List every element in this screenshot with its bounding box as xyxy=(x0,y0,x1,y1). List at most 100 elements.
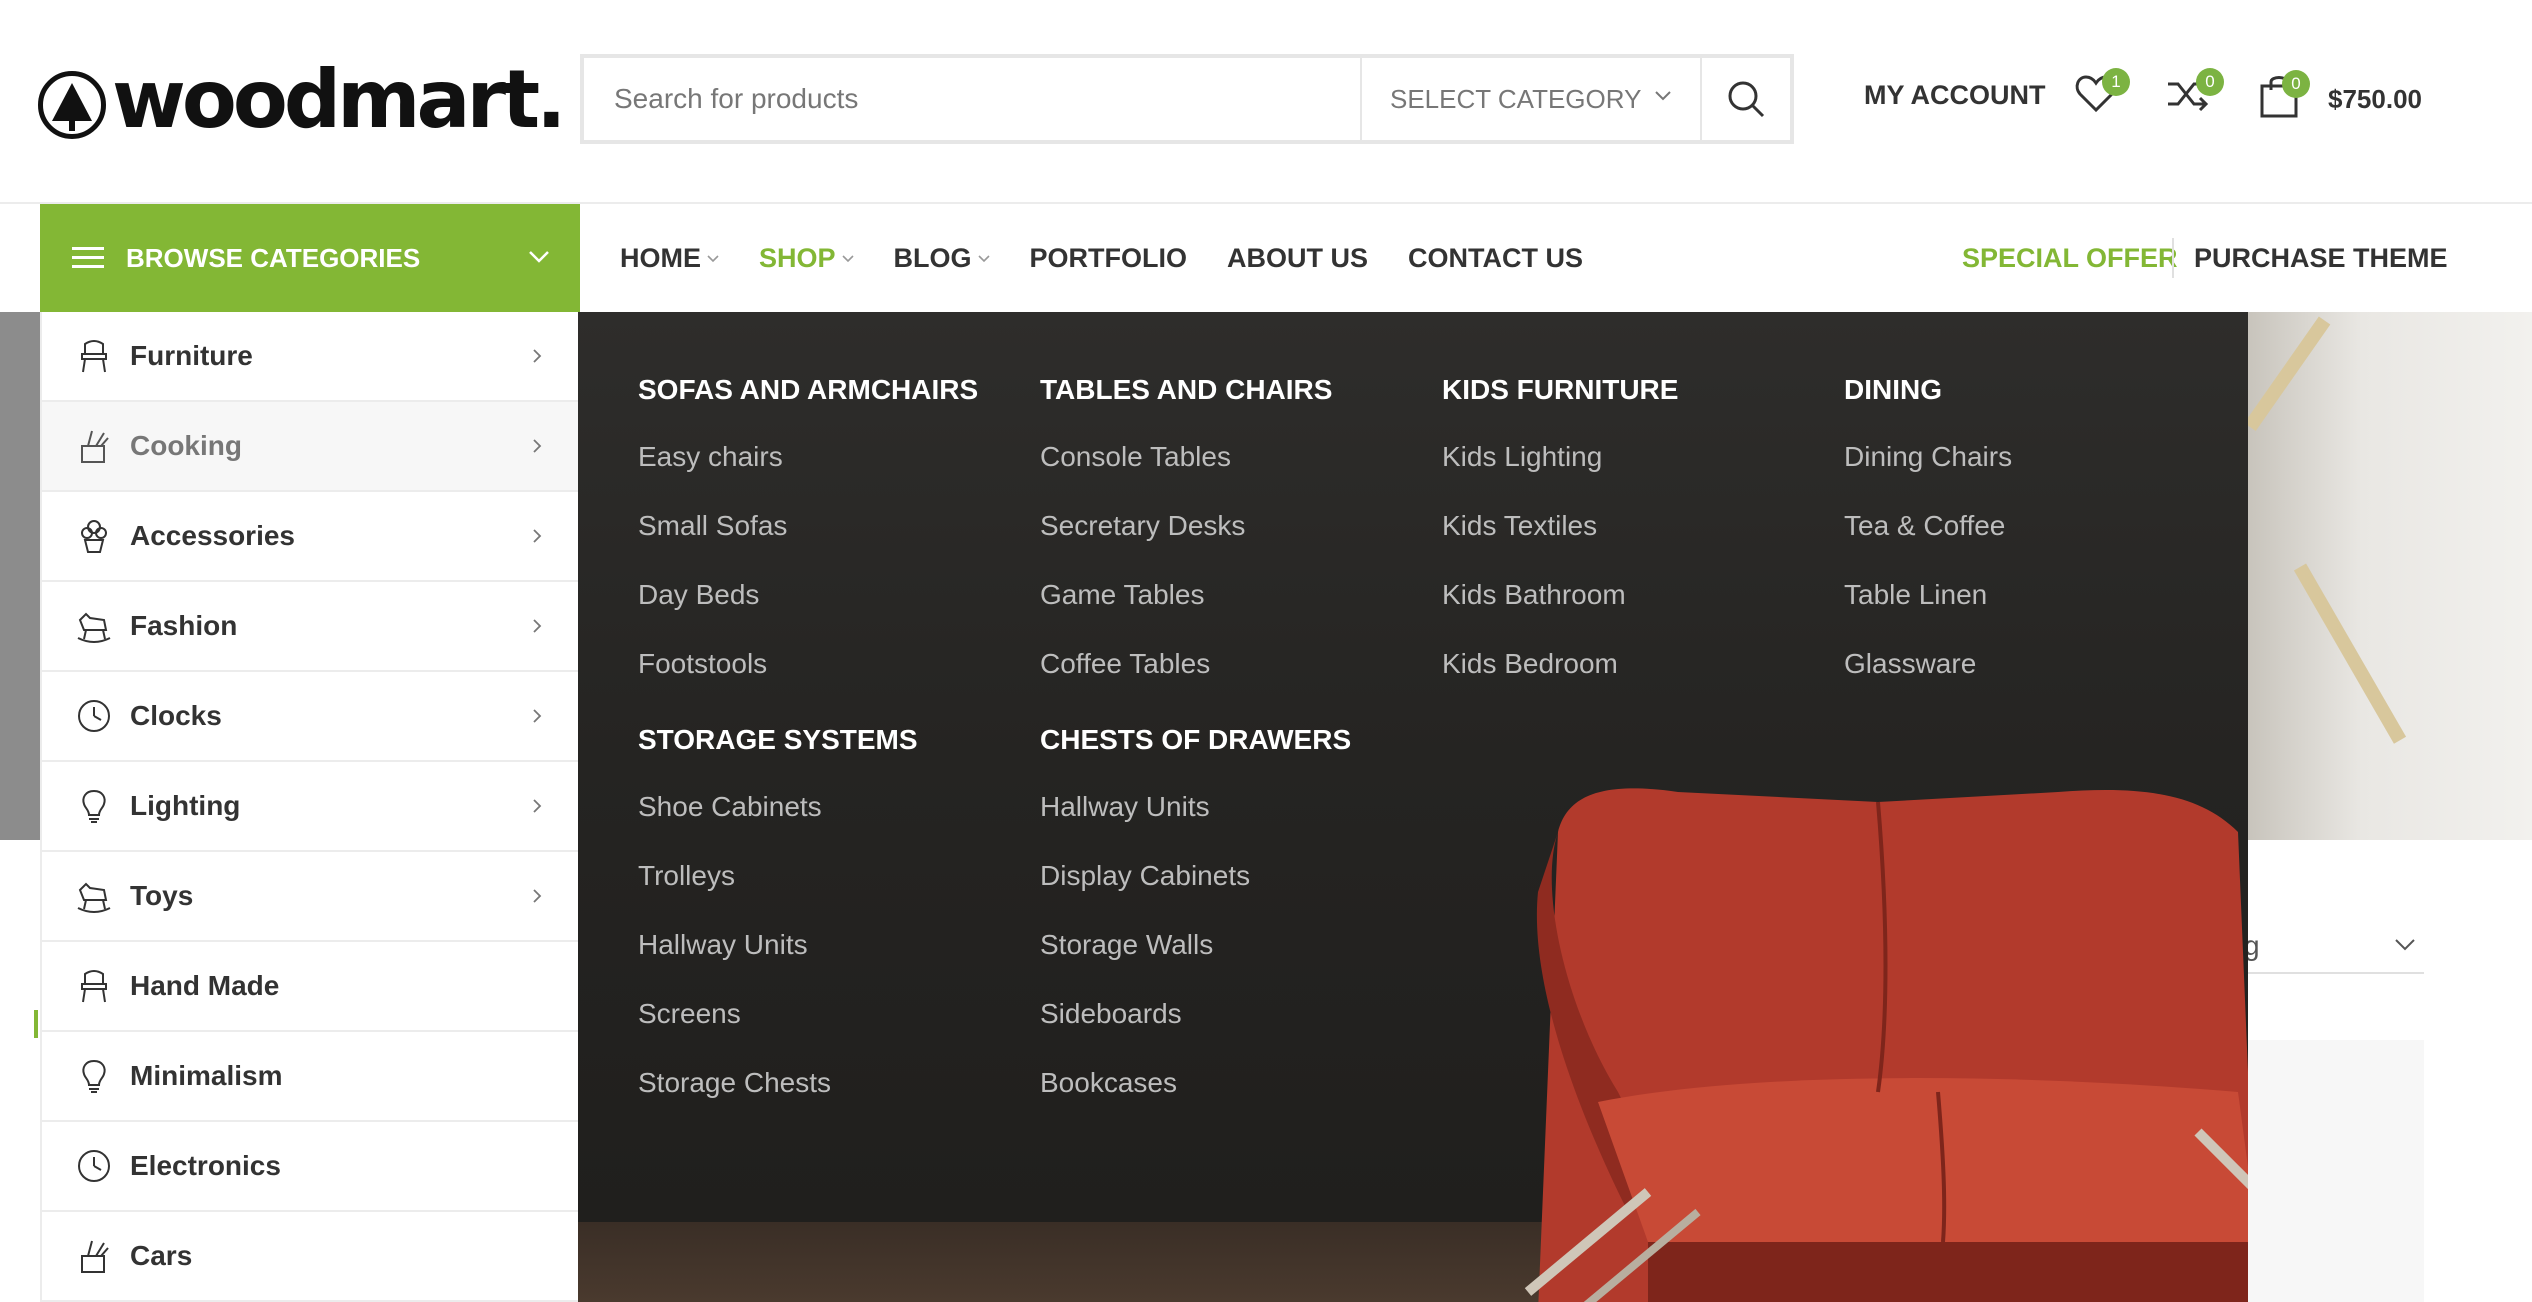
chevron-right-icon xyxy=(533,799,542,813)
menu-link[interactable]: Kids Bedroom xyxy=(1442,629,1678,698)
shop-mega-menu: SOFAS AND ARMCHAIRS Easy chairs Small So… xyxy=(578,312,2248,1302)
nav-portfolio[interactable]: PORTFOLIO xyxy=(1030,243,1188,274)
browse-categories-button[interactable]: BROWSE CATEGORIES xyxy=(40,204,580,312)
menu-link[interactable]: Sideboards xyxy=(1040,979,1351,1048)
menu-link[interactable]: Screens xyxy=(638,979,918,1048)
site-header: woodmart. SELECT CATEGORY MY ACCOUNT 1 xyxy=(0,0,2532,204)
logo-text: woodmart. xyxy=(112,53,567,146)
category-select[interactable]: SELECT CATEGORY xyxy=(1360,58,1700,140)
menu-link[interactable]: Trolleys xyxy=(638,841,918,910)
chevron-down-icon xyxy=(1655,91,1671,101)
kitchen-utensils-icon xyxy=(81,1240,109,1273)
purchase-theme-link[interactable]: PURCHASE THEME xyxy=(2194,204,2448,312)
main-nav: HOME SHOP BLOG PORTFOLIO ABOUT US CONTAC… xyxy=(620,204,1623,312)
nav-shop[interactable]: SHOP xyxy=(759,243,854,274)
category-item-hand-made[interactable]: Hand Made xyxy=(42,942,578,1032)
hamburger-icon xyxy=(72,247,104,269)
menu-column-sofas: SOFAS AND ARMCHAIRS Easy chairs Small So… xyxy=(638,374,978,698)
nav-home-label: HOME xyxy=(620,242,701,273)
browse-categories-label: BROWSE CATEGORIES xyxy=(126,242,421,273)
category-item-cooking[interactable]: Cooking xyxy=(42,402,578,492)
search-button[interactable] xyxy=(1700,58,1790,140)
category-label: Clocks xyxy=(130,700,222,731)
menu-heading[interactable]: KIDS FURNITURE xyxy=(1442,374,1678,412)
wishlist-button[interactable]: 1 xyxy=(2074,68,2130,120)
category-item-accessories[interactable]: Accessories xyxy=(42,492,578,582)
menu-link[interactable]: Shoe Cabinets xyxy=(638,772,918,841)
special-offer-link[interactable]: SPECIAL OFFER xyxy=(1962,204,2178,312)
menu-link[interactable]: Hallway Units xyxy=(638,910,918,979)
nav-about-us[interactable]: ABOUT US xyxy=(1227,243,1368,274)
menu-heading[interactable]: STORAGE SYSTEMS xyxy=(638,724,918,762)
red-armchair-image xyxy=(1524,788,2248,1302)
category-label: Furniture xyxy=(130,340,253,371)
menu-heading[interactable]: TABLES AND CHAIRS xyxy=(1040,374,1332,412)
category-item-cars[interactable]: Cars xyxy=(42,1212,578,1302)
menu-column-tables: TABLES AND CHAIRS Console Tables Secreta… xyxy=(1040,374,1332,698)
nav-contact-us[interactable]: CONTACT US xyxy=(1408,243,1583,274)
cart-count-badge: 0 xyxy=(2282,70,2310,98)
chevron-right-icon xyxy=(533,439,542,453)
site-logo[interactable]: woodmart. xyxy=(38,53,567,146)
menu-link[interactable]: Display Cabinets xyxy=(1040,841,1351,910)
category-item-fashion[interactable]: Fashion xyxy=(42,582,578,672)
menu-link[interactable]: Game Tables xyxy=(1040,560,1332,629)
nav-home[interactable]: HOME xyxy=(620,243,719,274)
compare-count-badge: 0 xyxy=(2196,68,2224,96)
compare-button[interactable]: 0 xyxy=(2166,68,2224,120)
menu-link[interactable]: Kids Textiles xyxy=(1442,491,1678,560)
category-item-furniture[interactable]: Furniture xyxy=(42,312,578,402)
rocking-horse-icon xyxy=(77,882,111,913)
category-item-electronics[interactable]: Electronics xyxy=(42,1122,578,1212)
menu-link[interactable]: Small Sofas xyxy=(638,491,978,560)
menu-link[interactable]: Easy chairs xyxy=(638,422,978,491)
menu-link[interactable]: Kids Bathroom xyxy=(1442,560,1678,629)
chevron-right-icon xyxy=(533,709,542,723)
category-sidebar: Furniture Cooking Accessories Fashion Cl… xyxy=(40,312,580,1302)
menu-link[interactable]: Day Beds xyxy=(638,560,978,629)
menu-link[interactable]: Storage Walls xyxy=(1040,910,1351,979)
menu-link[interactable]: Kids Lighting xyxy=(1442,422,1678,491)
chevron-right-icon xyxy=(533,619,542,633)
menu-column-storage: STORAGE SYSTEMS Shoe Cabinets Trolleys H… xyxy=(638,724,918,1117)
menu-link[interactable]: Dining Chairs xyxy=(1844,422,2012,491)
category-item-lighting[interactable]: Lighting xyxy=(42,762,578,852)
clock-icon xyxy=(78,700,110,732)
nav-divider xyxy=(2172,238,2174,278)
menu-link[interactable]: Console Tables xyxy=(1040,422,1332,491)
cart-button[interactable]: 0 xyxy=(2258,70,2310,120)
menu-link[interactable]: Glassware xyxy=(1844,629,2012,698)
chevron-right-icon xyxy=(533,529,542,543)
category-item-minimalism[interactable]: Minimalism xyxy=(42,1032,578,1122)
menu-link[interactable]: Bookcases xyxy=(1040,1048,1351,1117)
category-label: Hand Made xyxy=(130,970,280,1001)
search-input[interactable] xyxy=(584,58,1360,140)
my-account-link[interactable]: MY ACCOUNT xyxy=(1864,80,2046,111)
menu-link[interactable]: Tea & Coffee xyxy=(1844,491,2012,560)
menu-link[interactable]: Coffee Tables xyxy=(1040,629,1332,698)
category-label: Electronics xyxy=(130,1150,281,1181)
menu-link[interactable]: Secretary Desks xyxy=(1040,491,1332,560)
menu-heading[interactable]: CHESTS OF DRAWERS xyxy=(1040,724,1351,762)
menu-link[interactable]: Table Linen xyxy=(1844,560,2012,629)
menu-column-dining: DINING Dining Chairs Tea & Coffee Table … xyxy=(1844,374,2012,698)
category-item-toys[interactable]: Toys xyxy=(42,852,578,942)
menu-link[interactable]: Footstools xyxy=(638,629,978,698)
menu-column-chests: CHESTS OF DRAWERS Hallway Units Display … xyxy=(1040,724,1351,1117)
category-label: Minimalism xyxy=(130,1060,283,1091)
category-item-clocks[interactable]: Clocks xyxy=(42,672,578,762)
cart-total[interactable]: $750.00 xyxy=(2328,84,2422,115)
rocking-horse-icon xyxy=(77,612,111,643)
menu-heading[interactable]: SOFAS AND ARMCHAIRS xyxy=(638,374,978,412)
light-bulb-icon xyxy=(82,789,106,823)
chevron-right-icon xyxy=(533,889,542,903)
menu-link[interactable]: Hallway Units xyxy=(1040,772,1351,841)
sort-chevron-icon[interactable] xyxy=(2394,938,2416,952)
product-card-placeholder xyxy=(2248,1040,2424,1302)
nav-shop-label: SHOP xyxy=(759,242,836,273)
nav-blog[interactable]: BLOG xyxy=(894,243,990,274)
chevron-down-icon xyxy=(707,255,719,263)
menu-heading[interactable]: DINING xyxy=(1844,374,2012,412)
search-icon xyxy=(1728,81,1765,118)
menu-link[interactable]: Storage Chests xyxy=(638,1048,918,1117)
